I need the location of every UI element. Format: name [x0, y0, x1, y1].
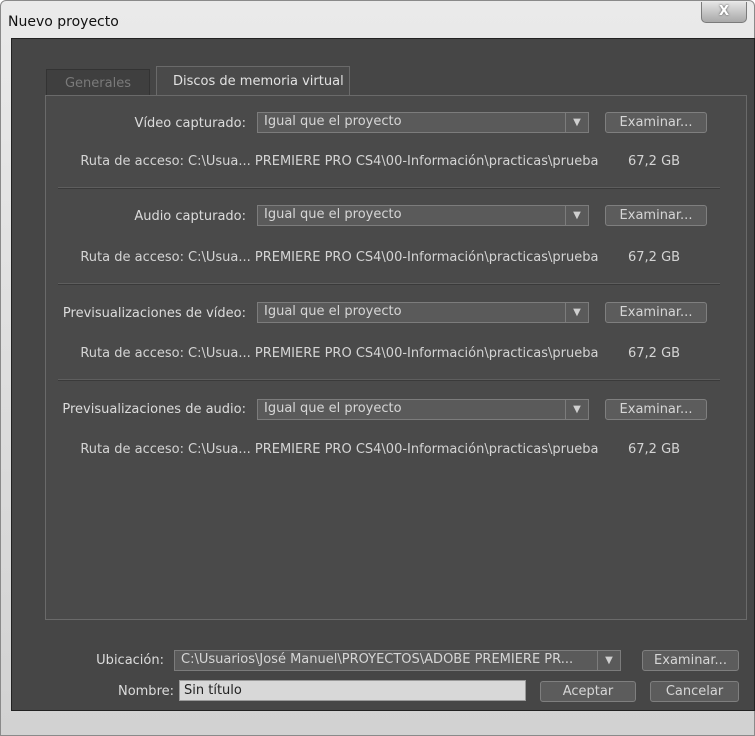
captured-video-disk-space: 67,2 GB: [628, 154, 681, 169]
tab-discos-memoria-virtual[interactable]: Discos de memoria virtual: [156, 66, 350, 96]
audio-previews-label: Previsualizaciones de audio:: [62, 402, 246, 417]
video-previews-path: C:\Usua... PREMIERE PRO CS4\00-Informaci…: [188, 346, 599, 361]
audio-previews-path: C:\Usua... PREMIERE PRO CS4\00-Informaci…: [188, 442, 599, 457]
location-label: Ubicación:: [96, 653, 164, 668]
accept-button[interactable]: Aceptar: [540, 681, 636, 702]
captured-audio-label: Audio capturado:: [134, 209, 246, 224]
location-value: C:\Usuarios\José Manuel\PROYECTOS\ADOBE …: [181, 652, 574, 667]
captured-audio-path: C:\Usua... PREMIERE PRO CS4\00-Informaci…: [188, 250, 599, 265]
project-name-field[interactable]: Sin título: [179, 680, 526, 701]
captured-video-path: C:\Usua... PREMIERE PRO CS4\00-Informaci…: [188, 154, 599, 169]
separator: [58, 283, 720, 285]
audio-previews-browse-button[interactable]: Examinar...: [605, 399, 707, 420]
dialog-body: Generales Discos de memoria virtual Víde…: [11, 38, 755, 711]
close-button[interactable]: X: [701, 2, 747, 23]
audio-previews-path-label: Ruta de acceso:: [80, 442, 184, 457]
dialog-window: Nuevo proyecto X Generales Discos de mem…: [0, 0, 755, 736]
video-previews-label: Previsualizaciones de vídeo:: [62, 306, 246, 321]
location-browse-button[interactable]: Examinar...: [642, 650, 739, 671]
title-bar[interactable]: Nuevo proyecto X: [1, 1, 754, 39]
audio-previews-dropdown[interactable]: Igual que el proyecto ▼: [257, 399, 589, 420]
audio-previews-disk-space: 67,2 GB: [628, 442, 681, 457]
chevron-down-icon: ▼: [597, 651, 620, 670]
captured-video-browse-button[interactable]: Examinar...: [605, 112, 707, 133]
chevron-down-icon: ▼: [565, 206, 588, 225]
video-previews-disk-space: 67,2 GB: [628, 346, 681, 361]
captured-audio-browse-button[interactable]: Examinar...: [605, 205, 707, 226]
captured-audio-path-label: Ruta de acceso:: [80, 250, 184, 265]
close-icon: X: [718, 4, 730, 19]
chevron-down-icon: ▼: [565, 303, 588, 322]
video-previews-browse-button[interactable]: Examinar...: [605, 302, 707, 323]
cancel-button[interactable]: Cancelar: [650, 681, 739, 702]
tab-generales[interactable]: Generales: [46, 69, 150, 96]
separator: [58, 379, 720, 381]
chevron-down-icon: ▼: [565, 400, 588, 419]
separator: [58, 187, 720, 189]
dropdown-value: Igual que el proyecto: [264, 207, 402, 222]
video-previews-path-label: Ruta de acceso:: [80, 346, 184, 361]
captured-audio-disk-space: 67,2 GB: [628, 250, 681, 265]
captured-video-label: Vídeo capturado:: [134, 116, 246, 131]
captured-audio-dropdown[interactable]: Igual que el proyecto ▼: [257, 205, 589, 226]
window-title: Nuevo proyecto: [8, 14, 119, 30]
name-label: Nombre:: [117, 684, 174, 699]
chevron-down-icon: ▼: [565, 113, 588, 132]
dropdown-value: Igual que el proyecto: [264, 304, 402, 319]
video-previews-dropdown[interactable]: Igual que el proyecto ▼: [257, 302, 589, 323]
dropdown-value: Igual que el proyecto: [264, 114, 402, 129]
dropdown-value: Igual que el proyecto: [264, 401, 402, 416]
captured-video-dropdown[interactable]: Igual que el proyecto ▼: [257, 112, 589, 133]
captured-video-path-label: Ruta de acceso:: [80, 154, 184, 169]
location-dropdown[interactable]: C:\Usuarios\José Manuel\PROYECTOS\ADOBE …: [174, 650, 621, 671]
